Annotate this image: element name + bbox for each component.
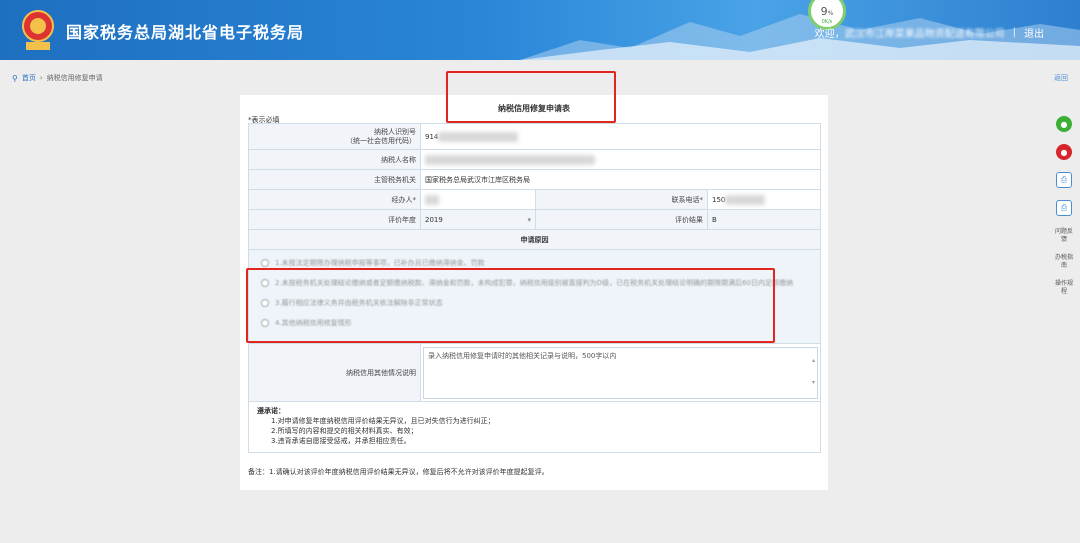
back-link[interactable]: 返回: [1054, 73, 1068, 83]
taxpayer-id-value: 914: [420, 123, 821, 150]
weibo-icon[interactable]: ●: [1056, 144, 1072, 160]
gauge-speed: 0K/s: [821, 18, 833, 25]
side-link-feedback[interactable]: 问题反馈: [1053, 228, 1075, 244]
reason-section-header: 申请原因: [248, 229, 821, 250]
chevron-right-icon: ›: [39, 74, 43, 82]
year-label: 评价年度: [248, 209, 421, 230]
year-select[interactable]: 2019 ▾: [420, 209, 536, 230]
taxpayer-name-label: 纳税人名称: [248, 149, 421, 170]
reason-section-row: 申请原因: [248, 229, 821, 250]
breadcrumb-home[interactable]: 首页: [22, 73, 36, 83]
phone-input[interactable]: 150: [707, 189, 821, 210]
gauge-value: 9: [820, 4, 828, 18]
tax-authority-value: 国家税务总局武汉市江岸区税务局: [420, 169, 821, 190]
tax-authority-row: 主管税务机关 国家税务总局武汉市江岸区税务局: [248, 169, 821, 190]
textarea-scrollbar[interactable]: ▴ ▾: [812, 350, 815, 394]
separator: |: [1012, 27, 1016, 38]
remark-placeholder: 录入纳税信用修复申请时的其他相关记录与说明，500字以内: [428, 351, 617, 360]
location-pin-icon: ⚲: [12, 73, 18, 83]
remark-cell: 录入纳税信用修复申请时的其他相关记录与说明，500字以内 ▴ ▾: [420, 343, 821, 402]
promise-item: 1.对申请修复年度纳税信用评价结果无异议，且已对失信行为进行纠正；: [271, 417, 495, 425]
radio-button[interactable]: [261, 259, 269, 267]
application-form-table: 纳税人识别号 （统一社会信用代码） 914 纳税人名称 主管税务机关 国家税务总局…: [248, 123, 821, 402]
welcome-text: 欢迎，武汉市江岸菜果品物资配送有限公司: [814, 29, 1005, 40]
promise-item: 2.所填写的内容和提交的相关材料真实、有效；: [271, 427, 418, 435]
printer-icon[interactable]: ⎙: [1056, 200, 1072, 216]
logout-link[interactable]: 退出: [1024, 25, 1044, 40]
company-name: 武汉市江岸菜果品物资配送有限公司: [844, 29, 1005, 40]
year-select-value: 2019: [425, 215, 443, 224]
agent-input[interactable]: [420, 189, 536, 210]
year-row: 评价年度 2019 ▾ 评价结果 B: [248, 209, 821, 230]
chevron-down-icon: ▾: [527, 215, 531, 224]
site-title: 国家税务总局湖北省电子税务局: [66, 23, 305, 42]
agent-label: 经办人*: [248, 189, 421, 210]
site-header: 国家税务总局湖北省电子税务局 9% 0K/s 欢迎，武汉市江岸菜果品物资配送有限…: [0, 0, 1080, 60]
tax-authority-label: 主管税务机关: [248, 169, 421, 190]
remark-note: 备注：1.请确认对该评价年度纳税信用评价结果无异议，修复后将不允许对该评价年度提…: [248, 468, 549, 476]
taxpayer-id-row: 纳税人识别号 （统一社会信用代码） 914: [248, 123, 821, 150]
reasons-highlight-box: [246, 268, 775, 343]
reason-option[interactable]: 1.未按法定期限办理纳税申报等事项，已补办且已缴纳滞纳金、罚款: [261, 258, 816, 268]
promise-item: 3.违背承诺自愿接受惩戒，并承担相应责任。: [271, 437, 411, 445]
result-label: 评价结果: [535, 209, 708, 230]
side-link-procedure[interactable]: 操作规程: [1053, 280, 1075, 296]
side-link-guide[interactable]: 办税指南: [1053, 254, 1075, 270]
promise-heading: 遵承诺：: [257, 407, 285, 415]
agent-row: 经办人* 联系电话* 150: [248, 189, 821, 210]
remark-textarea[interactable]: 录入纳税信用修复申请时的其他相关记录与说明，500字以内 ▴ ▾: [423, 346, 818, 399]
title-highlight-box: [446, 71, 616, 123]
wechat-icon[interactable]: ●: [1056, 116, 1072, 132]
gauge-unit: %: [827, 9, 834, 17]
printer-icon[interactable]: ⎙: [1056, 172, 1072, 188]
remark-row: 纳税信用其他情况说明 录入纳税信用修复申请时的其他相关记录与说明，500字以内 …: [248, 343, 821, 402]
phone-label: 联系电话*: [535, 189, 708, 210]
taxpayer-name-row: 纳税人名称: [248, 149, 821, 170]
result-value: B: [707, 209, 821, 230]
taxpayer-name-value: [420, 149, 821, 170]
right-side-panel: ● ● ⎙ ⎙ 问题反馈 办税指南 操作规程: [1053, 116, 1075, 306]
form-card: 纳税信用修复申请表 *表示必填 纳税人识别号 （统一社会信用代码） 914 纳税人…: [240, 71, 828, 490]
breadcrumb-current: 纳税信用修复申请: [46, 74, 103, 82]
taxpayer-id-label: 纳税人识别号 （统一社会信用代码）: [248, 123, 421, 150]
user-area: 欢迎，武汉市江岸菜果品物资配送有限公司 | 退出: [815, 25, 1044, 40]
national-emblem-logo: [22, 10, 54, 50]
remark-label: 纳税信用其他情况说明: [248, 343, 421, 402]
breadcrumb: ⚲ 首页 › 纳税信用修复申请: [12, 73, 103, 83]
promise-section: 遵承诺： 1.对申请修复年度纳税信用评价结果无异议，且已对失信行为进行纠正； 2…: [248, 401, 821, 453]
